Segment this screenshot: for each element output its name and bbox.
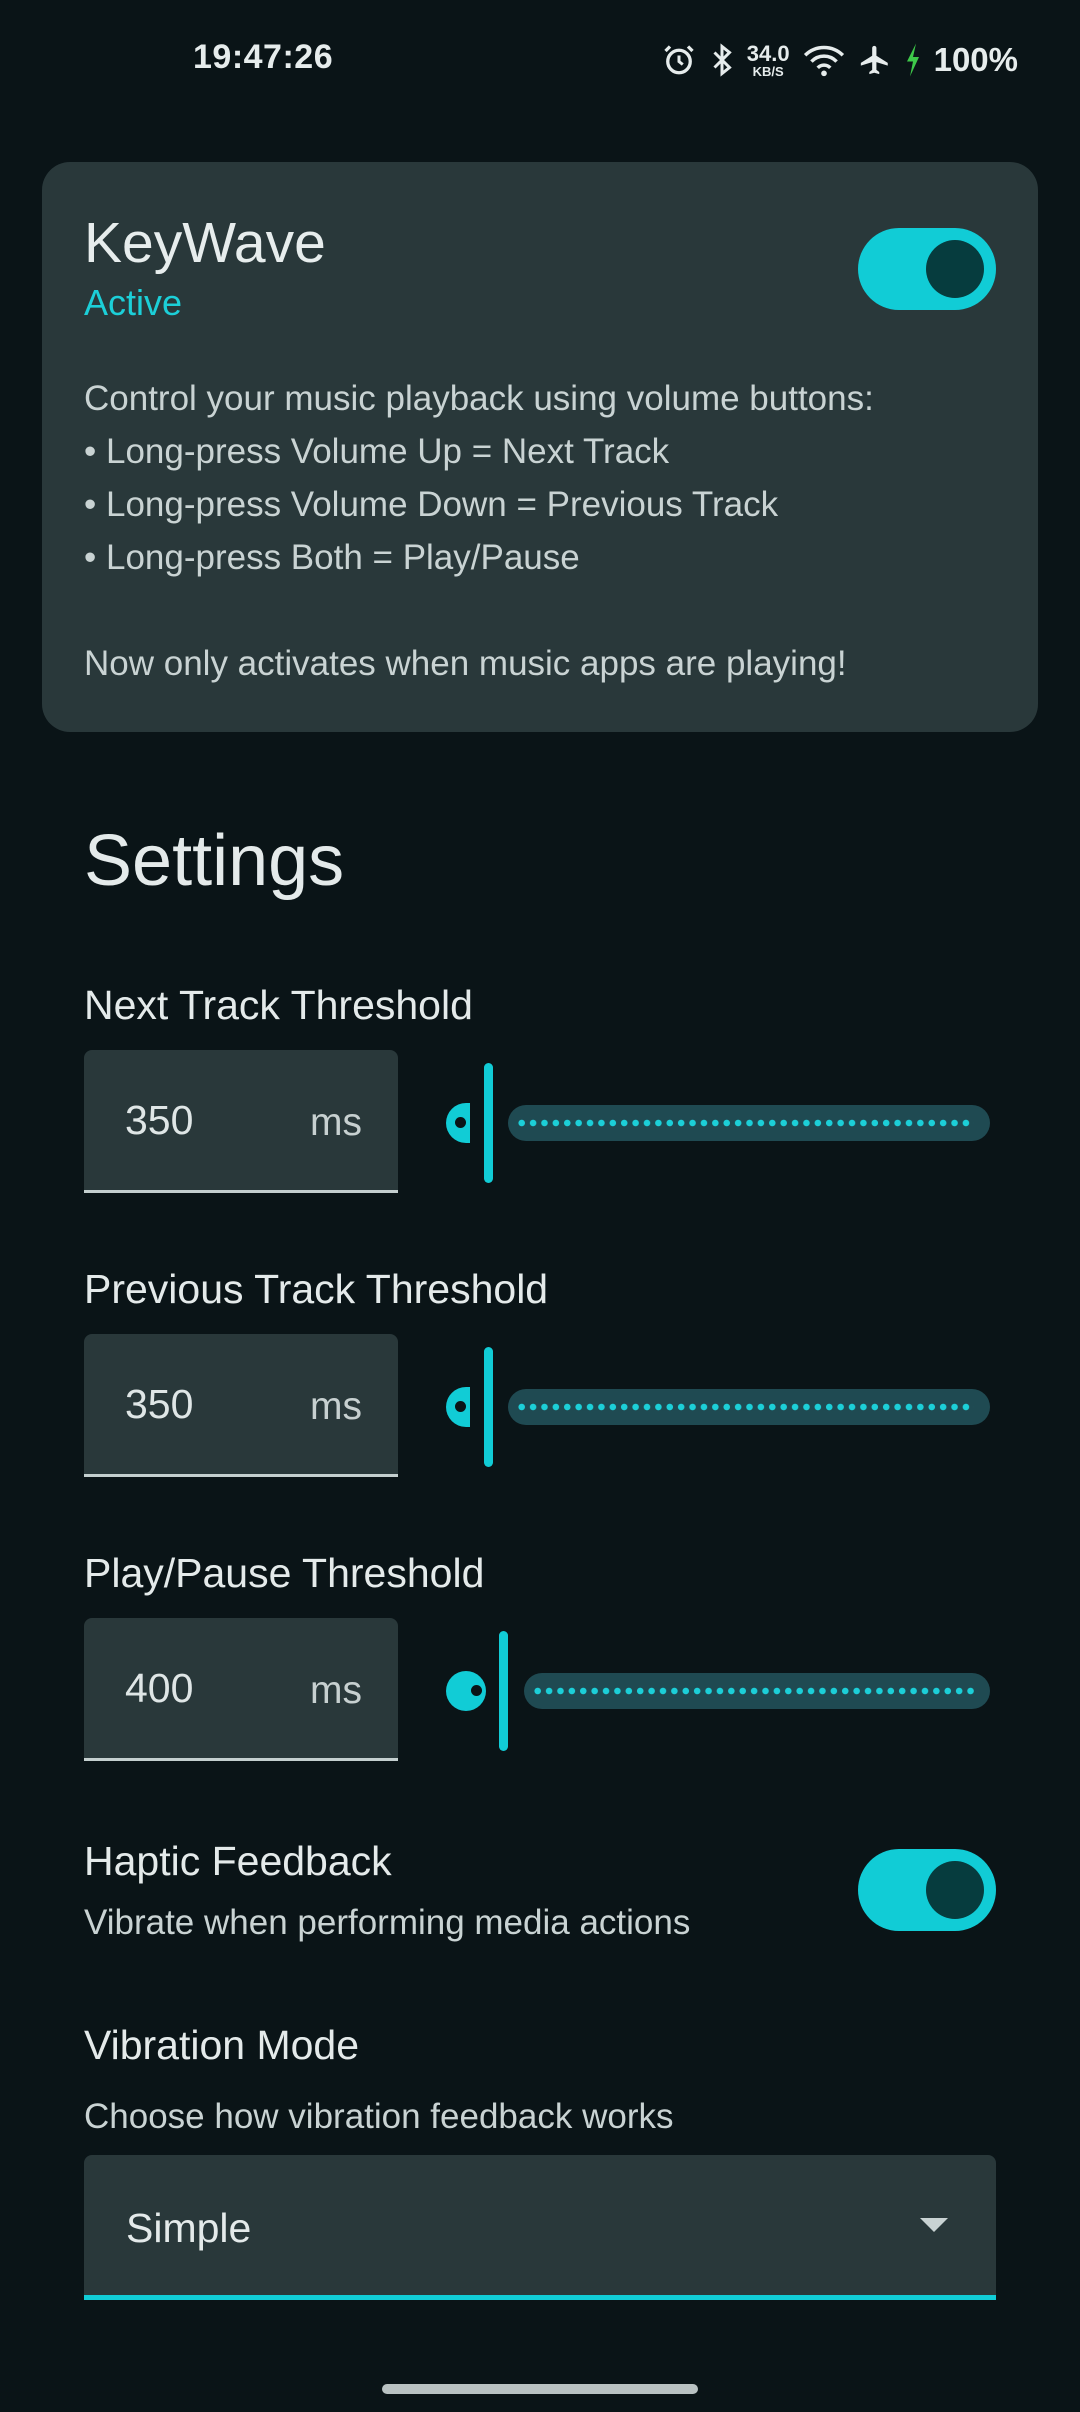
play-pause-threshold-label: Play/Pause Threshold bbox=[84, 1550, 485, 1596]
next-track-threshold-label: Next Track Threshold bbox=[84, 982, 473, 1028]
slider-inactive-track bbox=[508, 1105, 990, 1141]
home-indicator[interactable] bbox=[382, 2384, 698, 2394]
airplane-icon bbox=[858, 42, 892, 78]
threshold-unit: ms bbox=[310, 1101, 362, 1144]
description-note: Now only activates when music apps are p… bbox=[84, 644, 847, 683]
threshold-unit: ms bbox=[310, 1669, 362, 1712]
threshold-value: 350 bbox=[125, 1381, 194, 1427]
status-time: 19:47:26 bbox=[193, 38, 334, 76]
toggle-knob bbox=[926, 1861, 984, 1919]
vibration-mode-dropdown[interactable]: Simple bbox=[84, 2155, 996, 2300]
network-speed: 34.0 KB/S bbox=[746, 40, 790, 79]
app-description: Control your music playback using volume… bbox=[84, 372, 1004, 690]
vibration-mode-subtitle: Choose how vibration feedback works bbox=[84, 2097, 674, 2136]
play-pause-threshold-slider[interactable] bbox=[444, 1631, 990, 1751]
app-status-text: Active bbox=[84, 282, 183, 323]
vibration-mode-title: Vibration Mode bbox=[84, 2022, 360, 2068]
description-intro: Control your music playback using volume… bbox=[84, 379, 874, 418]
alarm-icon bbox=[661, 42, 697, 78]
slider-thumb[interactable] bbox=[484, 1347, 493, 1467]
previous-track-threshold-slider[interactable] bbox=[444, 1347, 990, 1467]
status-icons: 34.0 KB/S 100% bbox=[661, 38, 1018, 82]
threshold-value: 400 bbox=[125, 1665, 194, 1711]
dropdown-selected-value: Simple bbox=[126, 2205, 252, 2251]
slider-inactive-track bbox=[524, 1673, 990, 1709]
slider-thumb[interactable] bbox=[484, 1063, 493, 1183]
slider-active-track bbox=[446, 1103, 470, 1143]
next-track-threshold-input[interactable]: 350 ms bbox=[84, 1050, 398, 1193]
haptic-feedback-subtitle: Vibrate when performing media actions bbox=[84, 1903, 691, 1942]
slider-inactive-track bbox=[508, 1389, 990, 1425]
description-bullet: • Long-press Both = Play/Pause bbox=[84, 538, 580, 577]
threshold-value: 350 bbox=[125, 1097, 194, 1143]
slider-thumb[interactable] bbox=[499, 1631, 508, 1751]
description-bullet: • Long-press Volume Down = Previous Trac… bbox=[84, 485, 779, 524]
dropdown-arrow-icon bbox=[920, 2218, 948, 2239]
bluetooth-icon bbox=[709, 42, 735, 78]
battery-percentage: 100% bbox=[933, 41, 1018, 78]
slider-active-track bbox=[446, 1387, 470, 1427]
settings-heading: Settings bbox=[84, 821, 345, 901]
haptic-feedback-toggle[interactable] bbox=[858, 1849, 996, 1931]
app-status-card: KeyWave Active Control your music playba… bbox=[42, 162, 1038, 732]
service-toggle[interactable] bbox=[858, 228, 996, 310]
charging-icon bbox=[904, 42, 922, 78]
slider-active-track bbox=[446, 1671, 486, 1711]
description-bullet: • Long-press Volume Up = Next Track bbox=[84, 432, 670, 471]
wifi-6-icon bbox=[802, 42, 846, 78]
status-bar: 19:47:26 34.0 KB/S 100% bbox=[0, 0, 1080, 120]
toggle-knob bbox=[926, 240, 984, 298]
threshold-unit: ms bbox=[310, 1385, 362, 1428]
previous-track-threshold-label: Previous Track Threshold bbox=[84, 1266, 549, 1312]
app-title: KeyWave bbox=[84, 211, 326, 275]
play-pause-threshold-input[interactable]: 400 ms bbox=[84, 1618, 398, 1761]
next-track-threshold-slider[interactable] bbox=[444, 1063, 990, 1183]
haptic-feedback-title: Haptic Feedback bbox=[84, 1838, 392, 1884]
previous-track-threshold-input[interactable]: 350 ms bbox=[84, 1334, 398, 1477]
